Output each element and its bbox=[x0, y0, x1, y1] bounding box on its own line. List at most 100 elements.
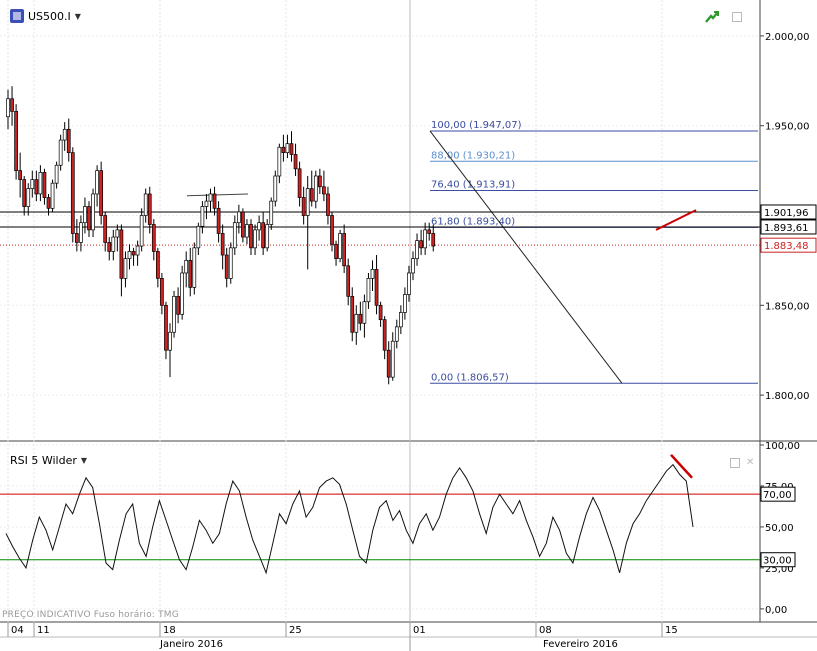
candle bbox=[257, 215, 261, 241]
candle bbox=[394, 319, 399, 349]
chevron-down-icon[interactable]: ▼ bbox=[81, 456, 87, 465]
candle bbox=[172, 290, 176, 338]
candle-body bbox=[431, 233, 436, 247]
candle-body bbox=[394, 326, 399, 342]
candle bbox=[232, 215, 237, 256]
candle bbox=[220, 224, 225, 270]
candle bbox=[423, 222, 427, 256]
candle-body bbox=[313, 175, 318, 202]
x-tick-label: 01 bbox=[413, 625, 426, 636]
candle bbox=[99, 161, 104, 225]
trend-line bbox=[186, 193, 249, 197]
candle-body bbox=[70, 152, 75, 234]
candle-body bbox=[188, 260, 193, 288]
fib-level-label: 100,00 (1.947,07) bbox=[431, 120, 522, 131]
candle bbox=[297, 161, 302, 207]
candle bbox=[301, 186, 306, 225]
candle-body bbox=[30, 179, 35, 189]
candle bbox=[180, 265, 184, 320]
candle-body bbox=[232, 222, 237, 249]
candle-body bbox=[273, 175, 278, 202]
trend-arrow-icon[interactable] bbox=[704, 10, 720, 24]
x-tick-label: 11 bbox=[37, 625, 50, 636]
candle bbox=[103, 211, 108, 252]
candle-body bbox=[423, 229, 427, 249]
candle-body bbox=[281, 146, 286, 154]
candle-body bbox=[220, 233, 225, 256]
candle bbox=[18, 152, 22, 198]
chart-window: 04 11 18 25 01 08 15 Janeiro 2016 Fevereiro 2016… bbox=[0, 0, 817, 651]
maximize-icon[interactable] bbox=[732, 12, 742, 22]
candle-body bbox=[350, 295, 355, 333]
rsi-level-label: 70,00 bbox=[763, 490, 792, 501]
candle bbox=[237, 204, 241, 234]
y-tick-label: 2.000,00 bbox=[765, 32, 810, 43]
candle-body bbox=[358, 313, 363, 324]
candle-body bbox=[301, 197, 306, 216]
candle bbox=[95, 165, 99, 207]
candle bbox=[216, 201, 221, 243]
indicator-name: RSI 5 Wilder bbox=[10, 454, 77, 467]
candle-body bbox=[318, 175, 322, 188]
candle bbox=[115, 224, 120, 252]
candle-body bbox=[212, 193, 217, 209]
candle-body bbox=[83, 206, 87, 224]
candle-body bbox=[156, 251, 160, 279]
candle-body bbox=[111, 236, 116, 252]
candle bbox=[322, 170, 326, 202]
price-tag-label: 1.901,96 bbox=[764, 208, 809, 219]
candle bbox=[399, 305, 403, 335]
candle bbox=[143, 188, 148, 223]
candle bbox=[10, 86, 14, 126]
candle bbox=[382, 316, 387, 360]
x-tick-label: 08 bbox=[539, 625, 552, 636]
candle-body bbox=[176, 295, 180, 315]
candle-body bbox=[427, 229, 432, 234]
candle bbox=[131, 247, 136, 266]
candle-body bbox=[172, 295, 176, 333]
candle bbox=[253, 224, 257, 256]
maximize-icon[interactable] bbox=[730, 457, 740, 468]
candle bbox=[188, 247, 193, 297]
candle-body bbox=[208, 193, 213, 202]
candle-body bbox=[66, 128, 71, 154]
candle-body bbox=[411, 258, 415, 274]
candle bbox=[87, 201, 91, 238]
candle bbox=[370, 260, 375, 291]
close-icon[interactable]: ✕ bbox=[746, 457, 754, 468]
candle-body bbox=[119, 229, 124, 279]
candle bbox=[431, 224, 436, 252]
candle bbox=[338, 229, 342, 263]
y-tick-label: 1.950,00 bbox=[765, 122, 810, 133]
symbol-selector[interactable]: US500.I ▼ bbox=[10, 8, 81, 24]
candle bbox=[30, 170, 35, 198]
candle-body bbox=[18, 170, 22, 180]
candle-body bbox=[261, 222, 265, 249]
candle bbox=[139, 208, 144, 252]
fib-level-label: 76,40 (1.913,91) bbox=[431, 180, 515, 191]
candle bbox=[208, 188, 213, 212]
candle-body bbox=[265, 224, 270, 249]
chart-canvas[interactable]: 04 11 18 25 01 08 15 Janeiro 2016 Fevereiro 2016… bbox=[0, 0, 817, 651]
candle-body bbox=[293, 154, 298, 170]
indicator-selector[interactable]: RSI 5 Wilder ▼ bbox=[10, 454, 87, 467]
candle-body bbox=[382, 319, 387, 351]
candle-body bbox=[54, 164, 59, 184]
candle bbox=[184, 251, 189, 288]
candle bbox=[156, 247, 160, 288]
candle-body bbox=[399, 312, 403, 328]
candle bbox=[273, 170, 278, 207]
candle-body bbox=[74, 233, 79, 243]
candle-body bbox=[237, 211, 241, 224]
candle-body bbox=[289, 143, 294, 155]
candle bbox=[168, 323, 172, 378]
candle bbox=[350, 287, 355, 342]
candle-body bbox=[407, 272, 411, 295]
candle bbox=[192, 242, 197, 295]
candle-body bbox=[160, 278, 164, 306]
chevron-down-icon[interactable]: ▼ bbox=[75, 12, 81, 21]
candle bbox=[66, 118, 71, 162]
x-tick-label: 04 bbox=[11, 625, 24, 636]
candle-body bbox=[390, 340, 395, 378]
candle bbox=[164, 301, 168, 360]
